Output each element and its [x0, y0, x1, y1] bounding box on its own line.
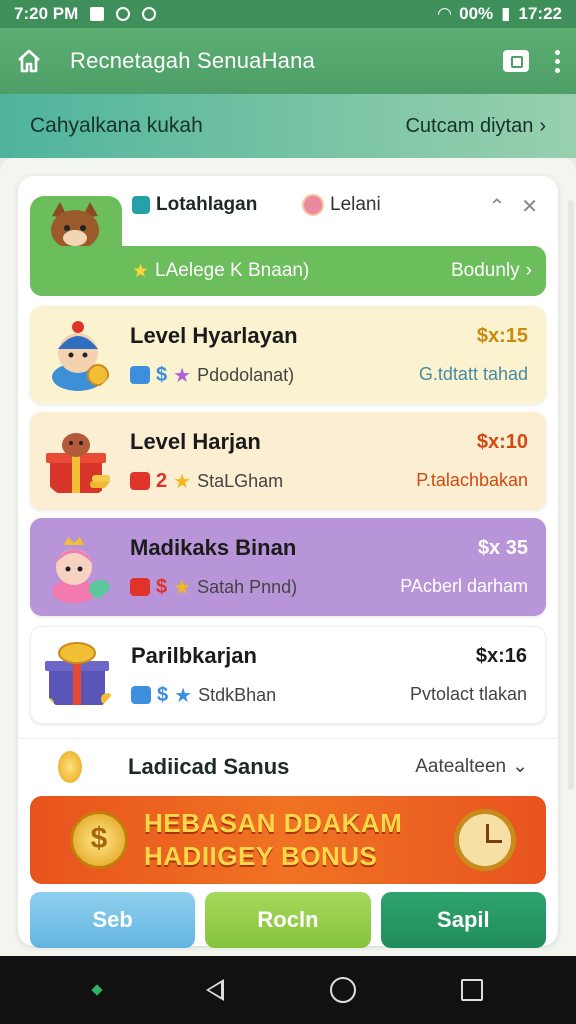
level-name: Level Hyarlayan: [130, 322, 298, 348]
purple-star-icon: ★: [173, 364, 192, 387]
chevron-down-icon: ⌄: [512, 756, 528, 777]
promo-line-2: HADIIGEY BONUS: [144, 841, 378, 871]
app-title: Recnetagah SenuaHana: [70, 48, 315, 73]
bonus-title: Ladiicad Sanus: [128, 753, 290, 779]
status-time-right: 17:22: [518, 4, 562, 23]
coin-icon: [58, 750, 82, 783]
ticket-icon: [131, 686, 151, 704]
level-status: Satah Pnnd): [197, 576, 298, 597]
gift-chest-icon: [46, 433, 112, 493]
bonus-header: Ladiicad Sanus Aatealteen ⌄: [18, 738, 558, 794]
level-note: PAcberl darham: [400, 576, 528, 596]
seb-button[interactable]: Seb: [30, 892, 196, 948]
close-icon[interactable]: ✕: [521, 194, 538, 219]
level-note: Pvtolact tlakan: [409, 684, 527, 704]
level-price: $x:10: [476, 431, 528, 453]
level-chip-text: $: [156, 363, 168, 386]
level-price: $x 35: [477, 537, 528, 559]
gift-box-icon: [132, 196, 150, 214]
level-card[interactable]: Level Hyarlayan $ ★ Pdodolanat) $x:15 G.…: [30, 306, 546, 404]
home-icon[interactable]: [16, 48, 42, 74]
bonus-more-label: Aatealteen: [415, 755, 507, 777]
level-card[interactable]: Madikaks Binan $ ★ Satah Pnnd) $x 35 PAc…: [30, 518, 546, 616]
level-status: StdkBhan: [198, 684, 277, 705]
princess-character-icon: [52, 537, 111, 603]
sapil-button[interactable]: Sapil: [380, 892, 546, 948]
sub-bar-link-label: Cutcam diytan: [405, 114, 534, 137]
level-card[interactable]: Level Harjan 2 ★ StaLGham $x:10 P.talach…: [30, 412, 546, 510]
level-name: Madikaks Binan: [130, 534, 297, 560]
location-icon: [142, 7, 157, 21]
level-chip-text: 2: [156, 469, 168, 492]
tab-label: Lelani: [330, 194, 381, 215]
wifi-icon: ◠: [438, 4, 452, 23]
gold-star-icon: ★: [173, 576, 192, 599]
sub-bar: Cahyalkana kukah Cutcam diytan ›: [0, 94, 576, 158]
level-status: StaLGham: [197, 470, 284, 491]
sub-bar-label: Cahyalkana kukah: [30, 114, 203, 137]
action-buttons: Seb Rocln Sapil: [30, 892, 546, 948]
ticket-icon: [130, 472, 150, 490]
promo-line-1: HEBASAN DDAKAM: [144, 808, 403, 838]
level-banner[interactable]: ★ LAelege K Bnaan) Bodunly ›: [30, 246, 546, 296]
status-time-left: 7:20 PM: [14, 4, 79, 23]
baby-character-icon: [52, 321, 109, 391]
bonus-more-link[interactable]: Aatealteen ⌄: [415, 755, 528, 778]
battery-level: 00%: [459, 4, 494, 23]
status-bar: 7:20 PM ◠ 00% ▮ 17:22: [0, 0, 576, 28]
level-chip-text: $: [157, 683, 169, 706]
chevron-right-icon: ›: [525, 260, 532, 281]
banner-action[interactable]: Bodunly ›: [451, 260, 532, 282]
app-bar: Recnetagah SenuaHana: [0, 28, 576, 94]
notification-icon: [90, 7, 105, 21]
banner-label: LAelege K Bnaan): [155, 260, 310, 281]
clock-icon: [454, 809, 516, 871]
bonus-section: Ladiicad Sanus Aatealteen ⌄ HEBASAN DDAK…: [18, 738, 558, 948]
system-nav-bar: [0, 956, 576, 1024]
ticket-icon: [130, 366, 150, 384]
tab-lelani[interactable]: Lelani: [302, 194, 381, 216]
level-name: Level Harjan: [130, 428, 261, 454]
level-price: $x:16: [475, 645, 527, 667]
home-circle-icon[interactable]: [329, 977, 356, 1003]
rocln-button[interactable]: Rocln: [205, 892, 371, 948]
chevron-right-icon: ›: [539, 114, 546, 137]
bonus-promo-banner[interactable]: HEBASAN DDAKAM HADIIGEY BONUS: [30, 796, 546, 884]
nav-indicator-icon: [91, 984, 103, 996]
sync-icon: [116, 7, 131, 21]
gift-box-gold-icon: [44, 642, 113, 708]
level-note: P.talachbakan: [416, 470, 528, 490]
banner-action-label: Bodunly: [451, 260, 520, 281]
battery-icon: ▮: [501, 4, 511, 23]
sub-bar-link[interactable]: Cutcam diytan ›: [405, 115, 546, 138]
tab-tools: ⌃ ✕: [488, 194, 538, 219]
card-icon[interactable]: [503, 50, 529, 72]
scrollbar[interactable]: [568, 200, 574, 790]
level-card[interactable]: Parilbkarjan $ ★ StdkBhan $x:16 Pvtolact…: [30, 626, 546, 724]
level-price: $x:15: [476, 325, 528, 347]
level-status: Pdodolanat): [197, 364, 295, 385]
level-name: Parilbkarjan: [131, 642, 257, 668]
chevron-up-icon[interactable]: ⌃: [488, 194, 505, 219]
gold-star-icon: ★: [173, 470, 192, 493]
levels-card: Lotahlagan Lelani ⌃ ✕ ★ LAelege K Bnaan)…: [18, 176, 558, 948]
recents-icon[interactable]: [461, 979, 484, 1001]
avatar-icon: [302, 194, 324, 216]
back-icon[interactable]: [206, 979, 225, 1001]
tab-lotahlagan[interactable]: Lotahlagan: [132, 194, 257, 216]
more-vert-icon[interactable]: [555, 49, 560, 73]
tab-label: Lotahlagan: [156, 194, 258, 215]
main-panel: Lotahlagan Lelani ⌃ ✕ ★ LAelege K Bnaan)…: [0, 158, 576, 956]
level-note: G.tdtatt tahad: [418, 364, 528, 384]
level-chip-text: $: [156, 575, 168, 598]
ticket-icon: [130, 578, 150, 596]
blue-star-icon: ★: [174, 684, 193, 707]
gold-star-icon: ★: [132, 260, 150, 282]
dollar-coin-icon: [70, 811, 128, 869]
